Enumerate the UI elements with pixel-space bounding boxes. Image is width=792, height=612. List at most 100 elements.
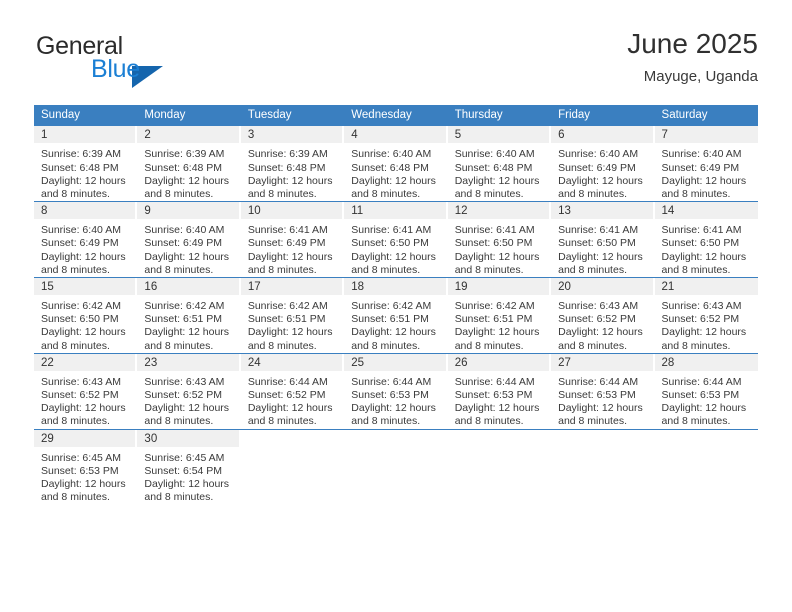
day-cell[interactable]: 10 Sunrise: 6:41 AM Sunset: 6:49 PM Dayligh… — [240, 202, 345, 277]
day-number: 24 — [240, 353, 345, 371]
daylight-text-line2: and 8 minutes. — [144, 491, 214, 504]
sunrise-text: Sunrise: 6:44 AM — [661, 375, 742, 388]
sunrise-text: Sunrise: 6:43 AM — [558, 300, 639, 312]
day-cell[interactable]: 27 Sunrise: 6:44 AM Sunset: 6:53 PM Dayligh… — [551, 353, 655, 429]
daylight-text-line1: Daylight: 12 hours — [351, 326, 436, 339]
day-cell[interactable]: 29 Sunrise: 6:45 AM Sunset: 6:53 PM Dayligh… — [34, 429, 138, 505]
sunrise-text: Sunrise: 6:39 AM — [247, 148, 328, 161]
sunset-text: Sunset: 6:53 PM — [661, 389, 740, 402]
daylight-text-line2: and 8 minutes. — [661, 339, 731, 352]
day-cell[interactable]: 26 Sunrise: 6:44 AM Sunset: 6:53 PM Dayligh… — [447, 353, 552, 429]
calendar-week-row: 29 Sunrise: 6:45 AM Sunset: 6:53 PM Dayligh… — [34, 428, 758, 505]
day-cell[interactable]: 8 Sunrise: 6:40 AM Sunset: 6:49 PM Daylight… — [34, 202, 138, 277]
calendar-week-row: 22 Sunrise: 6:43 AM Sunset: 6:52 PM Dayligh… — [34, 352, 758, 429]
daylight-text-line2: and 8 minutes. — [351, 339, 421, 352]
day-details: Sunrise: 6:44 AM Sunset: 6:53 PM Daylight:… — [344, 371, 447, 429]
sunset-text: Sunset: 6:48 PM — [351, 161, 429, 174]
daylight-text-line1: Daylight: 12 hours — [454, 250, 540, 263]
day-number: 14 — [654, 202, 758, 220]
day-cell-empty — [344, 429, 448, 505]
daylight-text-line2: and 8 minutes. — [558, 415, 627, 428]
day-cell-empty — [241, 429, 345, 505]
day-details: Sunrise: 6:44 AM Sunset: 6:52 PM Daylight:… — [241, 371, 344, 429]
sunset-text: Sunset: 6:53 PM — [41, 464, 119, 477]
day-number: 11 — [344, 202, 448, 220]
sunset-text: Sunset: 6:48 PM — [41, 161, 119, 174]
sunrise-text: Sunrise: 6:39 AM — [144, 148, 225, 161]
day-cell[interactable]: 7 Sunrise: 6:40 AM Sunset: 6:49 PM Daylight… — [654, 126, 758, 201]
daylight-text-line1: Daylight: 12 hours — [454, 402, 540, 415]
weekday-header-tuesday: Tuesday — [247, 109, 292, 121]
sunrise-text: Sunrise: 6:44 AM — [558, 375, 639, 388]
day-cell[interactable]: 28 Sunrise: 6:44 AM Sunset: 6:53 PM Dayligh… — [654, 353, 758, 429]
sunrise-text: Sunrise: 6:45 AM — [41, 451, 121, 464]
daylight-text-line2: and 8 minutes. — [558, 187, 627, 200]
sunrise-text: Sunrise: 6:43 AM — [661, 300, 742, 312]
sunset-text: Sunset: 6:52 PM — [41, 389, 119, 402]
sunrise-text: Sunrise: 6:43 AM — [41, 375, 121, 388]
day-cell[interactable]: 24 Sunrise: 6:44 AM Sunset: 6:52 PM Dayligh… — [240, 353, 345, 429]
calendar-weeks: 1 Sunrise: 6:39 AM Sunset: 6:48 PM Daylight… — [34, 126, 758, 504]
day-details: Sunrise: 6:44 AM Sunset: 6:53 PM Daylight:… — [551, 371, 654, 429]
day-cell[interactable]: 13 Sunrise: 6:41 AM Sunset: 6:50 PM Dayligh… — [551, 202, 655, 277]
day-cell[interactable]: 4 Sunrise: 6:40 AM Sunset: 6:48 PM Daylight… — [344, 126, 448, 201]
day-cell[interactable]: 11 Sunrise: 6:41 AM Sunset: 6:50 PM Dayligh… — [344, 202, 448, 277]
day-number: 19 — [447, 278, 552, 295]
day-cell[interactable]: 9 Sunrise: 6:40 AM Sunset: 6:49 PM Daylight… — [137, 202, 241, 277]
day-cell[interactable]: 23 Sunrise: 6:43 AM Sunset: 6:52 PM Dayligh… — [137, 353, 241, 429]
daylight-text-line2: and 8 minutes. — [454, 415, 524, 428]
sunrise-text: Sunrise: 6:41 AM — [558, 224, 639, 237]
daylight-text-line1: Daylight: 12 hours — [144, 326, 230, 339]
day-details: Sunrise: 6:40 AM Sunset: 6:49 PM Daylight:… — [655, 143, 758, 201]
day-cell[interactable]: 1 Sunrise: 6:39 AM Sunset: 6:48 PM Daylight… — [34, 126, 138, 201]
day-cell[interactable]: 12 Sunrise: 6:41 AM Sunset: 6:50 PM Dayligh… — [447, 202, 552, 277]
daylight-text-line1: Daylight: 12 hours — [351, 250, 436, 263]
day-cell[interactable]: 30 Sunrise: 6:45 AM Sunset: 6:54 PM Dayligh… — [137, 429, 241, 505]
day-number: 6 — [551, 126, 655, 144]
day-number: 26 — [447, 353, 552, 371]
day-cell[interactable]: 22 Sunrise: 6:43 AM Sunset: 6:52 PM Dayligh… — [34, 353, 138, 429]
daylight-text-line2: and 8 minutes. — [144, 415, 214, 428]
daylight-text-line2: and 8 minutes. — [247, 415, 317, 428]
day-number: 12 — [447, 202, 552, 220]
daylight-text-line1: Daylight: 12 hours — [144, 174, 230, 187]
day-cell[interactable]: 18 Sunrise: 6:42 AM Sunset: 6:51 PM Dayligh… — [344, 278, 448, 353]
day-details: Sunrise: 6:41 AM Sunset: 6:50 PM Daylight:… — [551, 219, 654, 277]
day-cell-empty — [551, 429, 655, 505]
daylight-text-line1: Daylight: 12 hours — [41, 402, 126, 415]
day-number: 30 — [137, 429, 241, 447]
day-cell[interactable]: 19 Sunrise: 6:42 AM Sunset: 6:51 PM Dayligh… — [447, 278, 552, 353]
day-details: Sunrise: 6:40 AM Sunset: 6:48 PM Daylight:… — [448, 143, 551, 201]
title-block: June 2025 Mayuge, Uganda — [627, 28, 758, 86]
day-number — [448, 429, 552, 447]
day-number — [344, 429, 448, 447]
daylight-text-line1: Daylight: 12 hours — [41, 174, 126, 187]
page-title: June 2025 — [627, 28, 758, 59]
day-number: 27 — [551, 353, 655, 371]
day-cell[interactable]: 25 Sunrise: 6:44 AM Sunset: 6:53 PM Dayligh… — [344, 353, 448, 429]
weekday-header-saturday: Saturday — [661, 109, 708, 121]
day-cell[interactable]: 15 Sunrise: 6:42 AM Sunset: 6:50 PM Dayligh… — [34, 278, 138, 353]
sunset-text: Sunset: 6:49 PM — [144, 237, 223, 250]
day-cell[interactable]: 16 Sunrise: 6:42 AM Sunset: 6:51 PM Dayligh… — [137, 278, 241, 353]
sunrise-text: Sunrise: 6:40 AM — [558, 148, 639, 161]
day-details: Sunrise: 6:45 AM Sunset: 6:53 PM Daylight:… — [34, 447, 137, 505]
day-number — [551, 429, 655, 447]
daylight-text-line2: and 8 minutes. — [454, 339, 524, 352]
daylight-text-line2: and 8 minutes. — [144, 263, 214, 276]
day-cell[interactable]: 2 Sunrise: 6:39 AM Sunset: 6:48 PM Daylight… — [137, 126, 241, 201]
sunset-text: Sunset: 6:50 PM — [41, 313, 119, 326]
day-cell[interactable]: 14 Sunrise: 6:41 AM Sunset: 6:50 PM Dayligh… — [654, 202, 758, 277]
day-details: Sunrise: 6:39 AM Sunset: 6:48 PM Daylight:… — [34, 143, 137, 201]
sunrise-text: Sunrise: 6:42 AM — [41, 300, 121, 312]
day-cell[interactable]: 6 Sunrise: 6:40 AM Sunset: 6:49 PM Daylight… — [551, 126, 655, 201]
logo-text-blue: Blue — [91, 55, 140, 83]
day-cell[interactable]: 3 Sunrise: 6:39 AM Sunset: 6:48 PM Daylight… — [240, 126, 345, 201]
day-cell[interactable]: 21 Sunrise: 6:43 AM Sunset: 6:52 PM Dayligh… — [654, 278, 758, 353]
day-details: Sunrise: 6:43 AM Sunset: 6:52 PM Daylight:… — [34, 371, 137, 429]
day-cell[interactable]: 17 Sunrise: 6:42 AM Sunset: 6:51 PM Dayligh… — [240, 278, 345, 353]
day-details: Sunrise: 6:45 AM Sunset: 6:54 PM Daylight:… — [137, 447, 240, 505]
day-number: 10 — [240, 202, 345, 220]
day-cell[interactable]: 5 Sunrise: 6:40 AM Sunset: 6:48 PM Daylight… — [447, 126, 552, 201]
day-cell[interactable]: 20 Sunrise: 6:43 AM Sunset: 6:52 PM Dayligh… — [551, 278, 655, 353]
